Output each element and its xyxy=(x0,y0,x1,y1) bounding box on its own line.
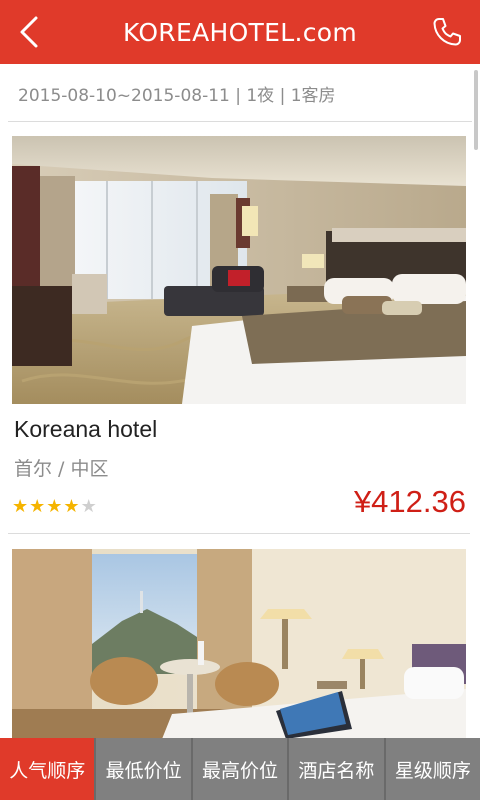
star-filled-icon: ★ xyxy=(46,496,63,517)
sort-tab-lowest-price[interactable]: 最低价位 xyxy=(94,738,190,800)
hotel-card[interactable]: Koreana hotel 首尔 / 中区 ★ ★ ★ ★ ★ ¥412.36 xyxy=(8,136,470,536)
star-filled-icon: ★ xyxy=(29,496,46,517)
phone-icon xyxy=(433,18,461,46)
hotel-photo[interactable] xyxy=(12,549,466,739)
sort-tab-hotel-name[interactable]: 酒店名称 xyxy=(287,738,383,800)
star-filled-icon: ★ xyxy=(12,496,29,517)
hotel-card[interactable] xyxy=(12,549,466,739)
hotel-photo[interactable] xyxy=(12,136,466,404)
hotel-room-image xyxy=(12,136,466,404)
hotel-room-image xyxy=(12,549,466,739)
app-header: KOREAHOTEL.com xyxy=(0,0,480,64)
star-filled-icon: ★ xyxy=(63,496,80,517)
call-button[interactable] xyxy=(430,14,464,50)
star-empty-icon: ★ xyxy=(80,496,97,517)
hotel-name[interactable]: Koreana hotel xyxy=(14,416,157,443)
divider xyxy=(8,533,470,534)
sort-tab-bar: 人气顺序 最低价位 最高价位 酒店名称 星级顺序 xyxy=(0,738,480,800)
hotel-location: 首尔 / 中区 xyxy=(14,458,109,480)
booking-summary-text: 2015-08-10~2015-08-11 | 1夜 | 1客房 xyxy=(18,85,336,106)
star-rating: ★ ★ ★ ★ ★ xyxy=(12,498,97,516)
app-title: KOREAHOTEL.com xyxy=(123,17,357,47)
chevron-left-icon xyxy=(20,16,38,48)
sort-tab-star-rating[interactable]: 星级顺序 xyxy=(383,738,480,800)
sort-tab-popularity[interactable]: 人气顺序 xyxy=(0,738,95,800)
divider xyxy=(8,121,472,122)
back-button[interactable] xyxy=(14,14,44,50)
sort-tab-highest-price[interactable]: 最高价位 xyxy=(190,738,287,800)
booking-summary: 2015-08-10~2015-08-11 | 1夜 | 1客房 xyxy=(0,64,480,122)
hotel-price: ¥412.36 xyxy=(353,484,466,519)
